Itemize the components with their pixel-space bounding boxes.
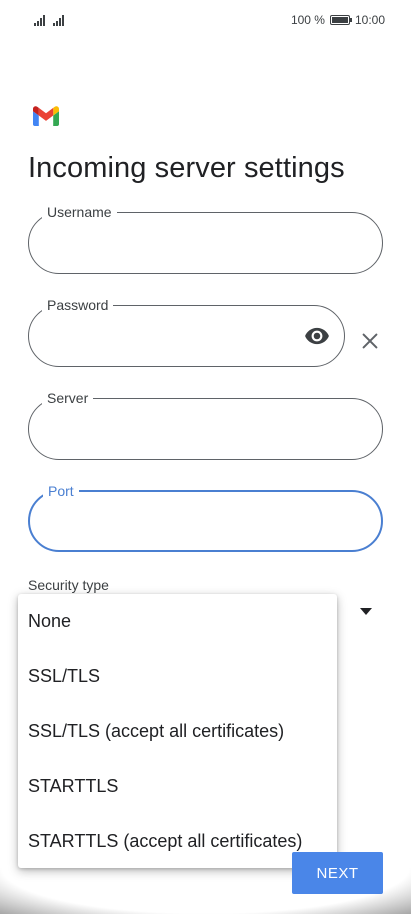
username-label: Username	[42, 203, 117, 221]
menu-item-ssl-tls-accept-all[interactable]: SSL/TLS (accept all certificates)	[18, 704, 337, 759]
battery-percent: 100 %	[290, 13, 325, 27]
password-label: Password	[42, 296, 114, 314]
username-input[interactable]	[47, 227, 311, 261]
status-right: 100 % 10:00	[291, 13, 385, 27]
signal-indicators	[34, 14, 64, 26]
eye-icon[interactable]	[304, 323, 330, 349]
port-label: Port	[43, 482, 79, 500]
security-type-label: Security type	[28, 577, 109, 593]
menu-item-starttls[interactable]: STARTTLS	[18, 759, 337, 814]
menu-item-none[interactable]: None	[18, 594, 337, 649]
password-input[interactable]	[47, 320, 271, 354]
battery-icon	[329, 15, 352, 25]
menu-item-starttls-accept-all[interactable]: STARTTLS (accept all certificates)	[18, 814, 337, 869]
page-title: Incoming server settings	[28, 152, 345, 184]
server-label: Server	[42, 389, 94, 407]
clock-time: 10:00	[354, 13, 385, 27]
signal-icon	[34, 14, 45, 26]
gmail-logo	[33, 106, 59, 126]
server-input[interactable]	[47, 413, 311, 447]
port-field[interactable]: Port	[28, 482, 383, 552]
security-type-dropdown-menu: None SSL/TLS SSL/TLS (accept all certifi…	[18, 594, 337, 868]
server-field[interactable]: Server	[28, 389, 383, 460]
dropdown-arrow-icon[interactable]	[360, 608, 372, 615]
next-button[interactable]: NEXT	[292, 852, 383, 894]
status-bar: 100 % 10:00	[0, 0, 411, 44]
password-field[interactable]: Password	[28, 296, 345, 367]
username-field[interactable]: Username	[28, 203, 383, 274]
signal-icon	[53, 14, 64, 26]
close-icon[interactable]	[359, 330, 381, 352]
menu-item-ssl-tls[interactable]: SSL/TLS	[18, 649, 337, 704]
port-input[interactable]	[48, 506, 312, 540]
